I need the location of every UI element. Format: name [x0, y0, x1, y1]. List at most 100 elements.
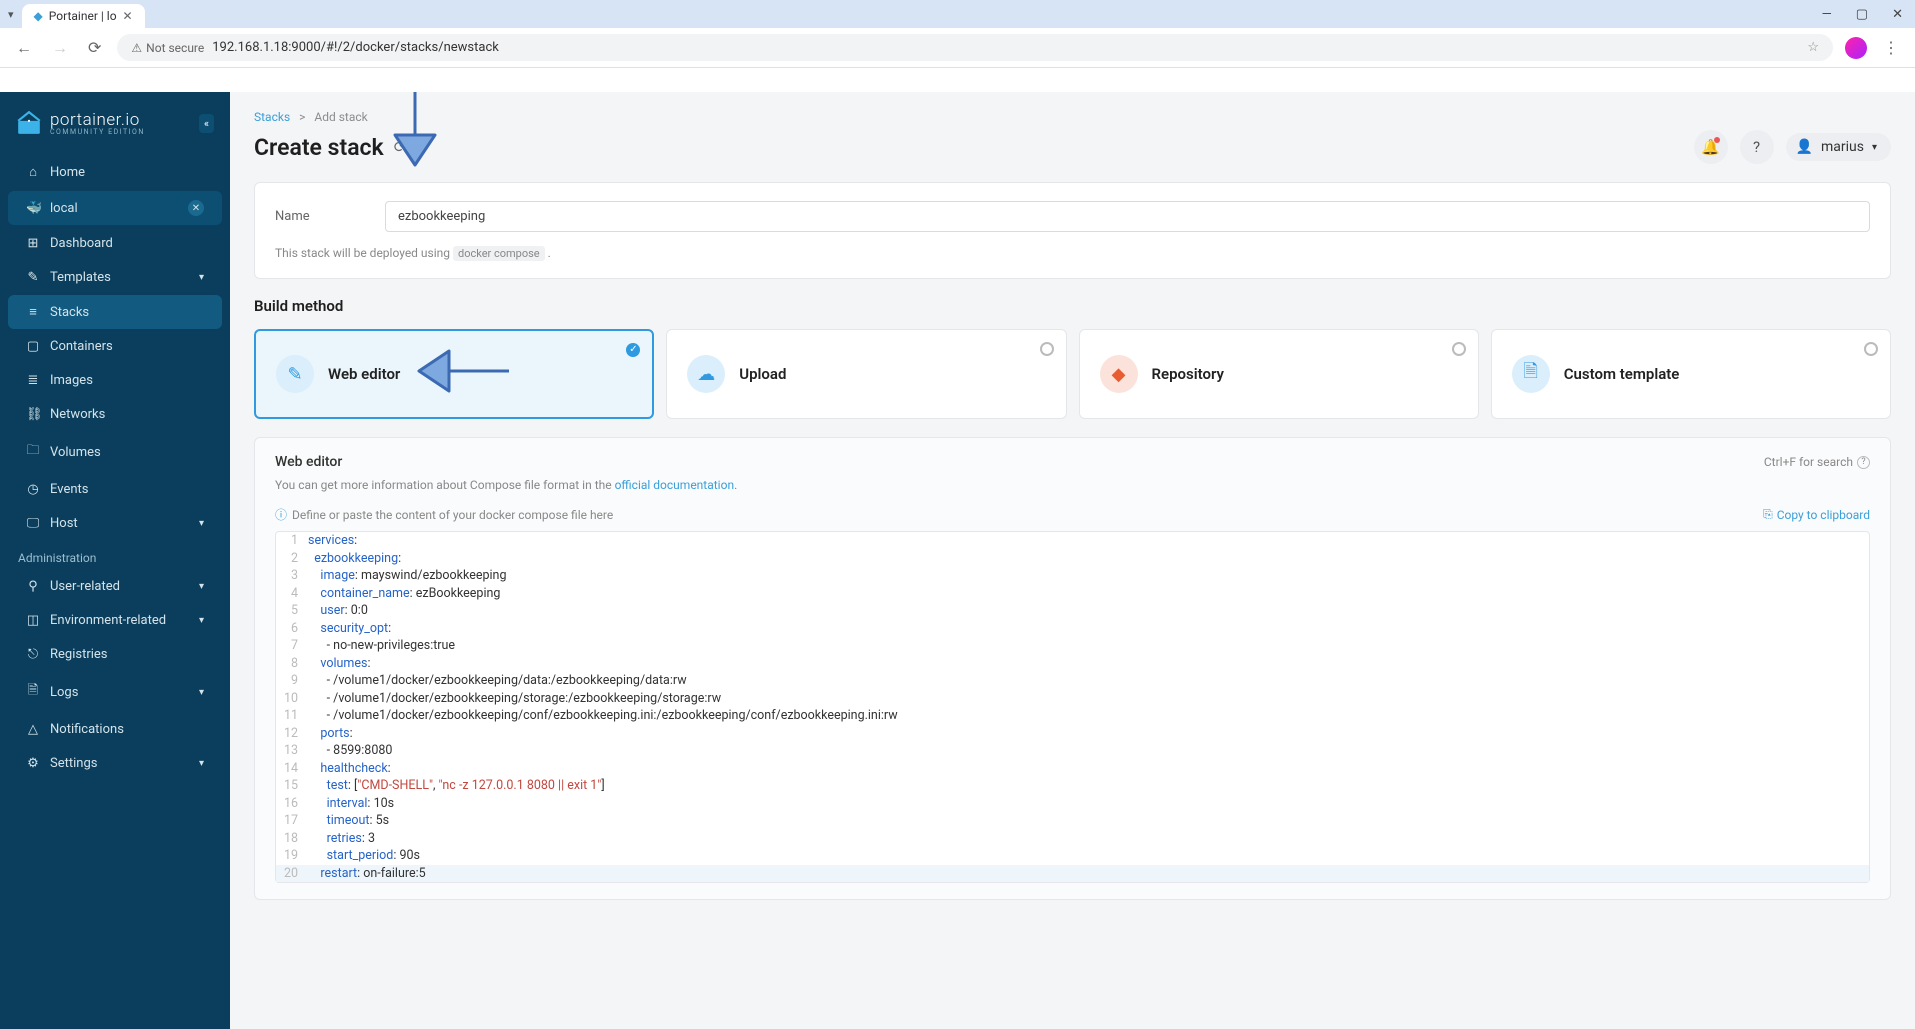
editor-search-hint: Ctrl+F for search ?: [1764, 455, 1870, 469]
menu-icon: ◫: [26, 613, 40, 628]
browser-tab[interactable]: ◆ Portainer | lo ✕: [22, 4, 145, 28]
bookmark-star-icon[interactable]: ☆: [1807, 40, 1819, 55]
code-line[interactable]: 1services:: [276, 532, 1869, 550]
build-method-web-editor[interactable]: ✎ Web editor: [254, 329, 654, 419]
sidebar-item-local[interactable]: 🐳 local ✕: [8, 191, 222, 225]
copy-to-clipboard-button[interactable]: ⎘ Copy to clipboard: [1763, 507, 1870, 522]
method-label: Web editor: [328, 365, 400, 383]
code-line[interactable]: 17 timeout: 5s: [276, 812, 1869, 830]
copy-icon: ⎘: [1763, 507, 1773, 522]
code-line[interactable]: 11 - /volume1/docker/ezbookkeeping/conf/…: [276, 707, 1869, 725]
method-icon: ✎: [276, 355, 314, 393]
code-line[interactable]: 10 - /volume1/docker/ezbookkeeping/stora…: [276, 690, 1869, 708]
menu-icon: 🖵: [26, 516, 40, 531]
chevron-down-icon: ▾: [199, 687, 204, 698]
window-close-icon[interactable]: ✕: [1888, 7, 1907, 22]
sidebar-item-label: Images: [50, 373, 93, 388]
browser-menu-icon[interactable]: ⋮: [1879, 34, 1903, 61]
sidebar-item-label: Host: [50, 516, 78, 531]
browser-address-bar: ← → ⟳ ⚠ Not secure 192.168.1.18:9000/#!/…: [0, 28, 1915, 68]
tab-close-icon[interactable]: ✕: [123, 9, 133, 23]
build-method-upload[interactable]: ☁Upload: [666, 329, 1066, 419]
sidebar-item-notifications[interactable]: △Notifications: [8, 713, 222, 746]
sidebar-item-label: local: [50, 201, 78, 216]
user-name: marius: [1821, 139, 1864, 155]
code-line[interactable]: 14 healthcheck:: [276, 760, 1869, 778]
code-line[interactable]: 6 security_opt:: [276, 620, 1869, 638]
security-badge[interactable]: ⚠ Not secure: [131, 41, 204, 55]
web-editor-panel: Web editor Ctrl+F for search ? You can g…: [254, 437, 1891, 900]
deploy-note-code: docker compose: [453, 246, 545, 261]
sidebar-item-home[interactable]: ⌂ Home: [8, 155, 222, 189]
code-line[interactable]: 20 restart: on-failure:5: [276, 865, 1869, 883]
user-menu[interactable]: 👤 marius ▾: [1786, 133, 1891, 161]
sidebar-item-volumes[interactable]: 🗀Volumes: [8, 432, 222, 472]
code-line[interactable]: 19 start_period: 90s: [276, 847, 1869, 865]
code-line[interactable]: 15 test: ["CMD-SHELL", "nc -z 127.0.0.1 …: [276, 777, 1869, 795]
method-icon: ☁: [687, 355, 725, 393]
refresh-icon[interactable]: ⟳: [394, 138, 407, 156]
sidebar: portainer.io COMMUNITY EDITION « ⌂ Home …: [0, 92, 230, 1029]
help-button[interactable]: ?: [1740, 130, 1774, 164]
menu-icon: ⎋: [26, 647, 40, 662]
window-maximize-icon[interactable]: ▢: [1852, 7, 1872, 22]
sidebar-item-label: Home: [50, 165, 85, 180]
code-line[interactable]: 9 - /volume1/docker/ezbookkeeping/data:/…: [276, 672, 1869, 690]
tab-dropdown-icon[interactable]: ▾: [8, 8, 14, 21]
editor-title: Web editor: [275, 454, 342, 470]
menu-icon: 🗀: [26, 441, 40, 463]
sidebar-item-registries[interactable]: ⎋Registries: [8, 638, 222, 671]
code-line[interactable]: 12 ports:: [276, 725, 1869, 743]
profile-avatar[interactable]: [1845, 37, 1867, 59]
code-editor[interactable]: 1services:2 ezbookkeeping:3 image: maysw…: [275, 531, 1870, 883]
breadcrumb-sep: >: [299, 110, 305, 124]
menu-icon: ≡: [26, 304, 40, 320]
sidebar-item-events[interactable]: ◷Events: [8, 473, 222, 506]
code-line[interactable]: 18 retries: 3: [276, 830, 1869, 848]
sidebar-item-environment-related[interactable]: ◫Environment-related▾: [8, 604, 222, 637]
window-minimize-icon[interactable]: —: [1818, 7, 1836, 22]
code-line[interactable]: 8 volumes:: [276, 655, 1869, 673]
editor-doc-link[interactable]: official documentation: [615, 478, 735, 492]
close-env-icon[interactable]: ✕: [188, 200, 204, 216]
menu-icon: ⊞: [26, 236, 40, 251]
sidebar-item-label: Events: [50, 482, 88, 497]
sidebar-collapse-button[interactable]: «: [199, 114, 214, 133]
code-line[interactable]: 7 - no-new-privileges:true: [276, 637, 1869, 655]
code-line[interactable]: 5 user: 0:0: [276, 602, 1869, 620]
stack-name-input[interactable]: [385, 201, 1870, 232]
code-line[interactable]: 16 interval: 10s: [276, 795, 1869, 813]
code-line[interactable]: 4 container_name: ezBookkeeping: [276, 585, 1869, 603]
sidebar-item-label: User-related: [50, 579, 120, 594]
code-line[interactable]: 2 ezbookkeeping:: [276, 550, 1869, 568]
build-method-repository[interactable]: ◆Repository: [1079, 329, 1479, 419]
sidebar-item-images[interactable]: ≣Images: [8, 364, 222, 397]
logo-subtitle: COMMUNITY EDITION: [50, 128, 145, 136]
help-icon[interactable]: ?: [1857, 456, 1870, 469]
nav-reload-icon[interactable]: ⟳: [84, 34, 105, 61]
chevron-down-icon: ▾: [199, 581, 204, 592]
url-input[interactable]: ⚠ Not secure 192.168.1.18:9000/#!/2/dock…: [117, 34, 1833, 61]
build-method-custom-template[interactable]: 🗎Custom template: [1491, 329, 1891, 419]
sidebar-item-user-related[interactable]: ⚲User-related▾: [8, 570, 222, 603]
nav-back-icon[interactable]: ←: [12, 34, 36, 62]
sidebar-item-host[interactable]: 🖵Host▾: [8, 507, 222, 540]
code-line[interactable]: 3 image: mayswind/ezbookkeeping: [276, 567, 1869, 585]
sidebar-item-containers[interactable]: ▢Containers: [8, 330, 222, 363]
logo[interactable]: portainer.io COMMUNITY EDITION «: [0, 104, 230, 154]
sidebar-item-logs[interactable]: 🗎Logs▾: [8, 672, 222, 712]
sidebar-section-header: Administration: [0, 541, 230, 569]
sidebar-item-templates[interactable]: ✎Templates▾: [8, 261, 222, 294]
code-line[interactable]: 13 - 8599:8080: [276, 742, 1869, 760]
notifications-button[interactable]: 🔔: [1694, 130, 1728, 164]
editor-desc-pre: You can get more information about Compo…: [275, 478, 615, 492]
tab-title: Portainer | lo: [49, 9, 117, 23]
breadcrumb: Stacks > Add stack: [254, 110, 1891, 124]
sidebar-item-dashboard[interactable]: ⊞Dashboard: [8, 227, 222, 260]
deploy-note-pre: This stack will be deployed using: [275, 246, 453, 260]
sidebar-item-stacks[interactable]: ≡Stacks: [8, 295, 222, 329]
nav-forward-icon[interactable]: →: [48, 34, 72, 62]
breadcrumb-root[interactable]: Stacks: [254, 110, 290, 124]
sidebar-item-settings[interactable]: ⚙Settings▾: [8, 747, 222, 780]
sidebar-item-networks[interactable]: ⛓Networks: [8, 398, 222, 431]
